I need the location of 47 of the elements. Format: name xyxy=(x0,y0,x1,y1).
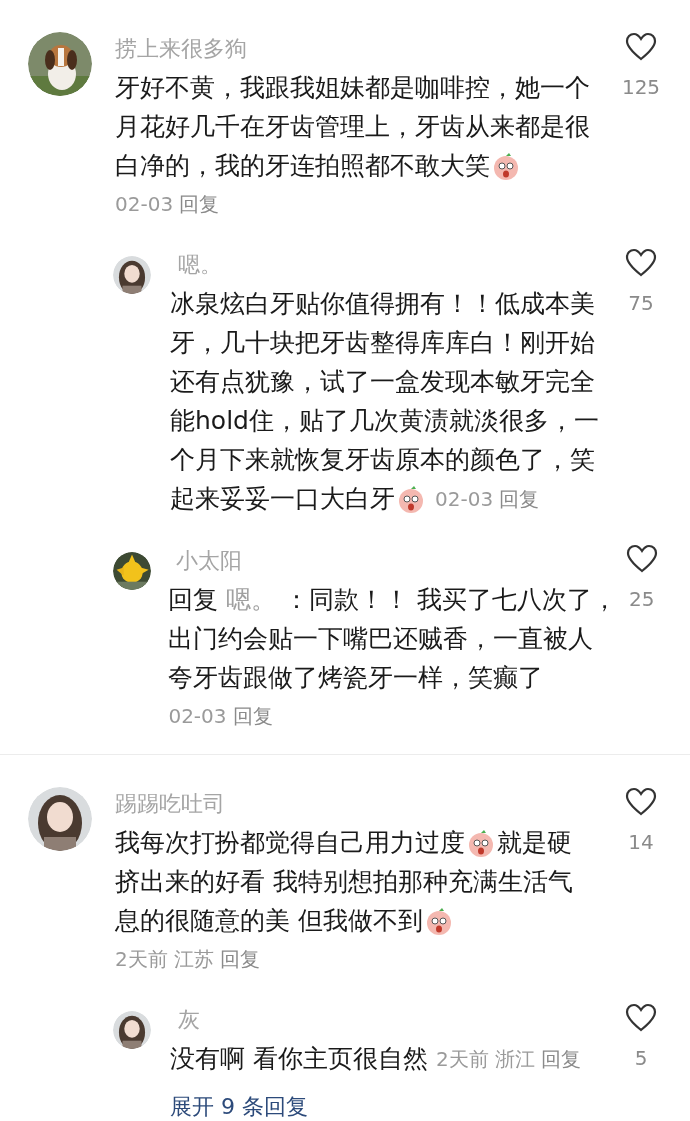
comment-text: 起来妥妥一口大白牙 xyxy=(170,482,395,515)
comment-time: 02-03 xyxy=(168,702,227,730)
comment-time: 2天前 xyxy=(115,945,168,973)
comment-text: 还有点犹豫，试了一盒发现本敏牙完全 xyxy=(170,365,595,398)
like-heart-icon[interactable] xyxy=(625,544,658,574)
reply-link[interactable]: 回复 xyxy=(232,700,273,731)
like-count: 5 xyxy=(634,1045,648,1072)
comment-time: 2天前 xyxy=(435,1045,489,1073)
like-heart-icon[interactable] xyxy=(625,248,657,278)
comment-text: 牙，几十块把牙齿整得库库白！刚开始 xyxy=(170,326,595,359)
mention-name[interactable]: 嗯。 xyxy=(226,580,277,619)
like-count: 14 xyxy=(628,829,654,856)
comment-text: 没有啊 看你主页很自然 xyxy=(170,1042,428,1075)
comment-text: 出门约会贴一下嘴巴还贼香，一直被人 xyxy=(168,622,594,655)
comment-text: 个月下来就恢复牙齿原本的颜色了，笑 xyxy=(170,443,595,476)
expand-replies-link[interactable]: 展开 9 条回复 xyxy=(170,1090,308,1121)
comment-text: ：同款！！ 我买了七八次了， xyxy=(284,583,618,616)
username[interactable]: 嗯。 xyxy=(178,247,222,281)
like-heart-icon[interactable] xyxy=(625,787,657,817)
comment-text: 回复 xyxy=(168,583,219,616)
username[interactable]: 小太阳 xyxy=(176,543,243,577)
comment-time: 02-03 xyxy=(435,485,494,513)
username[interactable]: 捞上来很多狗 xyxy=(115,31,247,65)
comment-location: 江苏 xyxy=(173,945,214,973)
reply-link[interactable]: 回复 xyxy=(499,483,540,514)
reply-link[interactable]: 回复 xyxy=(219,943,260,974)
comment-location: 浙江 xyxy=(494,1045,535,1073)
comment-text: 能hold住，贴了几次黄渍就淡很多，一 xyxy=(170,404,599,437)
comment-text: 冰泉炫白牙贴你值得拥有！！低成本美 xyxy=(170,287,595,320)
like-count: 25 xyxy=(628,586,655,613)
like-count: 125 xyxy=(621,74,661,101)
like-heart-icon[interactable] xyxy=(625,1003,657,1033)
username[interactable]: 灰 xyxy=(178,1002,200,1036)
comment-text: 就是硬 xyxy=(497,826,572,859)
comment-text: 月花好几千在牙齿管理上，牙齿从来都是很 xyxy=(115,110,590,143)
comment-time: 02-03 xyxy=(115,190,174,218)
reply-link[interactable]: 回复 xyxy=(179,188,220,219)
username[interactable]: 踢踢吃吐司 xyxy=(115,786,225,820)
comment-text: 息的很随意的美 但我做不到 xyxy=(115,904,423,937)
comment-text: 牙好不黄，我跟我姐妹都是咖啡控，她一个 xyxy=(115,71,590,104)
like-heart-icon[interactable] xyxy=(625,32,657,62)
reply-link[interactable]: 回复 xyxy=(540,1043,581,1074)
comment-text: 我每次打扮都觉得自己用力过度 xyxy=(115,826,465,859)
comment-text: 挤出来的好看 我特别想拍那种充满生活气 xyxy=(115,865,573,898)
comment-text: 夸牙齿跟做了烤瓷牙一样，笑癫了 xyxy=(168,661,544,694)
comment-text: 白净的，我的牙连拍照都不敢大笑 xyxy=(115,149,490,182)
like-count: 75 xyxy=(628,290,654,317)
